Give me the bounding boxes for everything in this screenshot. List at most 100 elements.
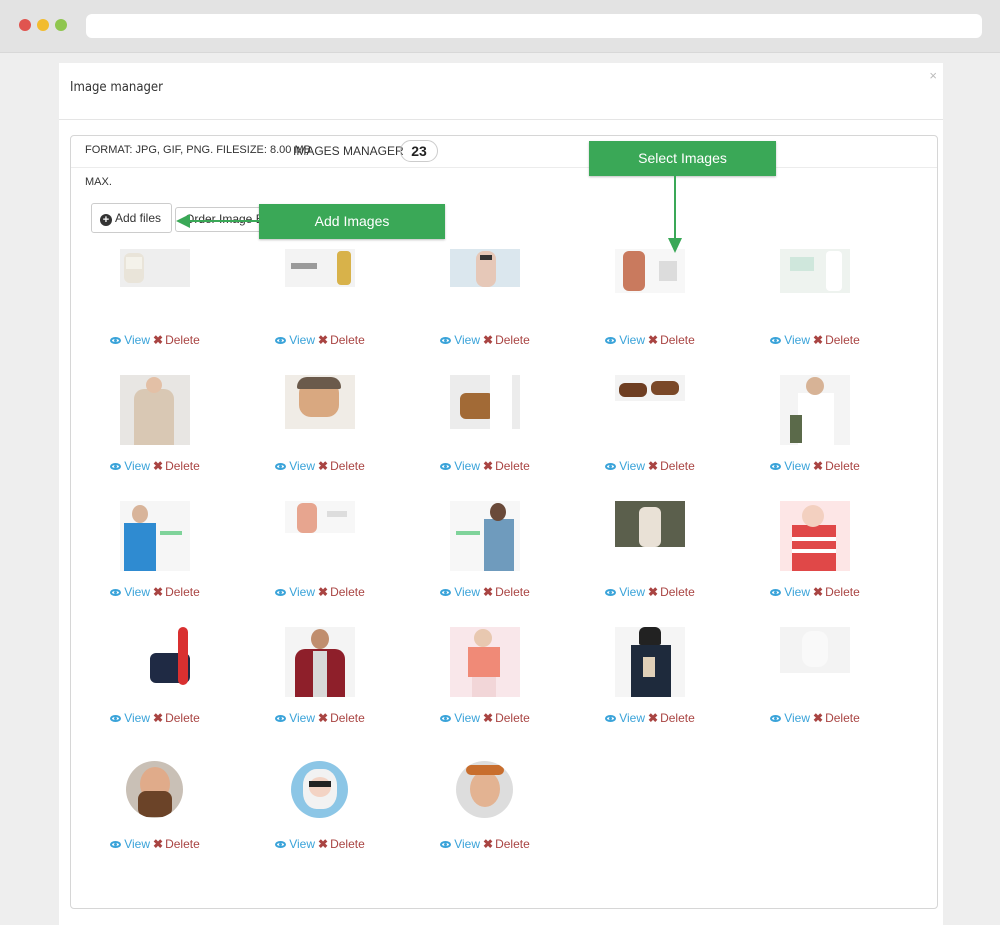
delete-link[interactable]: ✖ Delete: [813, 585, 860, 599]
delete-label: Delete: [825, 585, 860, 599]
delete-link[interactable]: ✖ Delete: [648, 333, 695, 347]
view-link[interactable]: View: [275, 711, 315, 725]
view-link[interactable]: View: [110, 711, 150, 725]
add-images-callout: Add Images: [259, 204, 445, 239]
image-actions: View ✖ Delete: [235, 585, 405, 599]
view-link[interactable]: View: [770, 711, 810, 725]
image-actions: View ✖ Delete: [730, 585, 900, 599]
view-link[interactable]: View: [110, 459, 150, 473]
image-thumbnail[interactable]: [285, 627, 355, 697]
image-thumbnail[interactable]: [780, 501, 850, 571]
view-link[interactable]: View: [275, 459, 315, 473]
image-thumbnail[interactable]: [450, 501, 520, 571]
delete-label: Delete: [495, 711, 530, 725]
image-thumbnail[interactable]: [120, 627, 190, 687]
image-thumbnail[interactable]: [291, 761, 348, 818]
view-label: View: [289, 585, 316, 599]
delete-label: Delete: [660, 711, 695, 725]
add-files-button[interactable]: + Add files: [91, 203, 172, 233]
view-link[interactable]: View: [770, 585, 810, 599]
close-icon[interactable]: ×: [929, 69, 937, 82]
eye-icon: [605, 715, 617, 722]
delete-link[interactable]: ✖ Delete: [483, 837, 530, 851]
delete-label: Delete: [495, 333, 530, 347]
delete-link[interactable]: ✖ Delete: [483, 711, 530, 725]
image-thumbnail[interactable]: [780, 627, 850, 673]
delete-link[interactable]: ✖ Delete: [813, 459, 860, 473]
view-label: View: [289, 837, 316, 851]
view-link[interactable]: View: [440, 333, 480, 347]
delete-label: Delete: [165, 585, 200, 599]
delete-link[interactable]: ✖ Delete: [648, 459, 695, 473]
delete-link[interactable]: ✖ Delete: [153, 711, 200, 725]
view-label: View: [124, 585, 151, 599]
image-thumbnail[interactable]: [456, 761, 513, 818]
image-thumbnail[interactable]: [120, 501, 190, 571]
image-thumbnail[interactable]: [285, 249, 355, 287]
delete-link[interactable]: ✖ Delete: [648, 585, 695, 599]
divider: [71, 167, 937, 168]
modal-title: Image manager: [70, 80, 163, 95]
image-actions: View ✖ Delete: [235, 837, 405, 851]
delete-link[interactable]: ✖ Delete: [483, 459, 530, 473]
delete-link[interactable]: ✖ Delete: [318, 585, 365, 599]
image-thumbnail[interactable]: [780, 249, 850, 293]
view-link[interactable]: View: [440, 585, 480, 599]
view-link[interactable]: View: [110, 333, 150, 347]
image-thumbnail[interactable]: [450, 249, 520, 287]
image-actions: View ✖ Delete: [565, 459, 735, 473]
view-label: View: [619, 459, 646, 473]
view-label: View: [784, 585, 811, 599]
delete-link[interactable]: ✖ Delete: [318, 711, 365, 725]
view-link[interactable]: View: [275, 585, 315, 599]
view-link[interactable]: View: [275, 333, 315, 347]
delete-link[interactable]: ✖ Delete: [318, 837, 365, 851]
address-bar[interactable]: [86, 14, 982, 38]
view-link[interactable]: View: [440, 837, 480, 851]
image-thumbnail[interactable]: [285, 501, 355, 533]
image-thumbnail[interactable]: [120, 249, 190, 287]
image-tile: View ✖ Delete: [400, 753, 570, 873]
view-link[interactable]: View: [110, 837, 150, 851]
delete-label: Delete: [165, 459, 200, 473]
image-thumbnail[interactable]: [615, 501, 685, 547]
view-label: View: [454, 837, 481, 851]
view-link[interactable]: View: [440, 459, 480, 473]
image-thumbnail[interactable]: [120, 375, 190, 445]
image-thumbnail[interactable]: [780, 375, 850, 445]
image-thumbnail[interactable]: [615, 249, 685, 293]
delete-link[interactable]: ✖ Delete: [153, 585, 200, 599]
image-thumbnail[interactable]: [450, 627, 520, 697]
delete-link[interactable]: ✖ Delete: [483, 333, 530, 347]
image-thumbnail[interactable]: [615, 627, 685, 697]
view-link[interactable]: View: [770, 333, 810, 347]
delete-link[interactable]: ✖ Delete: [318, 459, 365, 473]
delete-link[interactable]: ✖ Delete: [153, 333, 200, 347]
delete-link[interactable]: ✖ Delete: [813, 333, 860, 347]
view-link[interactable]: View: [440, 711, 480, 725]
view-link[interactable]: View: [770, 459, 810, 473]
view-link[interactable]: View: [275, 837, 315, 851]
view-link[interactable]: View: [605, 333, 645, 347]
delete-link[interactable]: ✖ Delete: [153, 837, 200, 851]
delete-link[interactable]: ✖ Delete: [318, 333, 365, 347]
image-actions: View ✖ Delete: [235, 711, 405, 725]
eye-icon: [275, 589, 287, 596]
view-link[interactable]: View: [605, 459, 645, 473]
maximize-window-dot[interactable]: [55, 19, 67, 31]
image-thumbnail[interactable]: [126, 761, 183, 818]
delete-link[interactable]: ✖ Delete: [813, 711, 860, 725]
image-thumbnail[interactable]: [450, 375, 520, 429]
delete-link[interactable]: ✖ Delete: [648, 711, 695, 725]
minimize-window-dot[interactable]: [37, 19, 49, 31]
view-link[interactable]: View: [605, 585, 645, 599]
eye-icon: [770, 337, 782, 344]
delete-x-icon: ✖: [483, 837, 494, 851]
delete-link[interactable]: ✖ Delete: [483, 585, 530, 599]
image-thumbnail[interactable]: [615, 375, 685, 401]
delete-link[interactable]: ✖ Delete: [153, 459, 200, 473]
image-thumbnail[interactable]: [285, 375, 355, 429]
close-window-dot[interactable]: [19, 19, 31, 31]
view-link[interactable]: View: [110, 585, 150, 599]
view-link[interactable]: View: [605, 711, 645, 725]
